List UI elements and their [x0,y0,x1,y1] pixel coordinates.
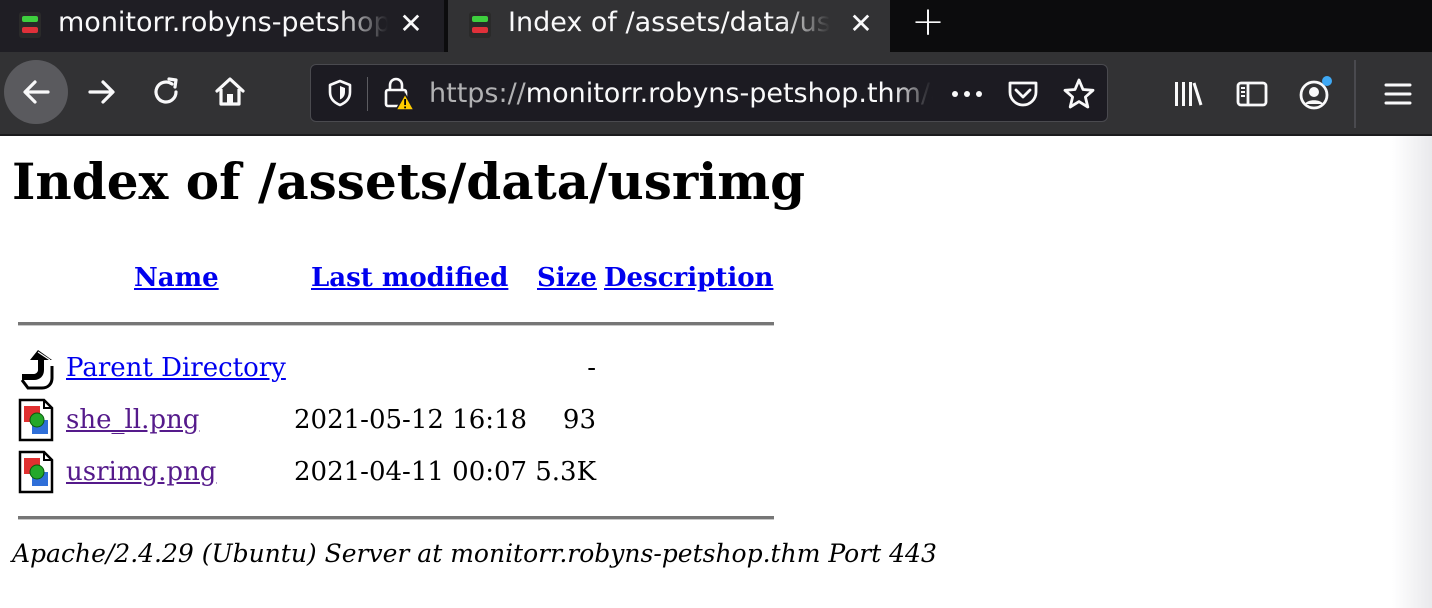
url-path: /assets/data/usrimg/ [920,78,933,109]
row-size: 93 [562,405,596,435]
app-menu-button[interactable] [1374,72,1422,116]
address-bar[interactable]: https://monitorr.robyns-petshop.thm/asse… [310,64,1108,122]
tab-monitorr[interactable]: monitorr.robyns-petshop.thm ✕ [0,0,444,52]
url-text[interactable]: https://monitorr.robyns-petshop.thm/asse… [429,75,933,113]
hamburger-menu-icon [1384,83,1412,105]
lock-warning-icon[interactable] [381,76,415,112]
row-size: 5.3K [535,457,596,487]
url-separator [367,77,368,111]
column-header-name[interactable]: Name [134,260,219,296]
sidebar-icon [1236,81,1268,107]
home-button[interactable] [208,70,252,114]
toolbar-separator [1354,60,1356,128]
page-actions-menu-button[interactable] [947,77,987,111]
monitorr-favicon-icon [469,12,491,38]
image-file-icon [18,398,54,442]
back-icon [20,350,54,390]
tab-strip: monitorr.robyns-petshop.thm ✕ Index of /… [0,0,1432,52]
pocket-icon[interactable] [1005,76,1041,112]
image-file-icon [18,450,54,494]
column-header-description[interactable]: Description [604,260,773,296]
page-title: Index of /assets/data/usrimg [12,152,806,211]
more-horizontal-icon [952,91,982,97]
monitorr-favicon-icon [19,12,41,38]
row-size: - [587,353,596,383]
server-signature: Apache/2.4.29 (Ubuntu) Server at monitor… [12,539,937,568]
reload-button[interactable] [144,70,188,114]
page-content: Index of /assets/data/usrimg Name Last m… [0,136,1432,608]
new-tab-button[interactable]: + [908,0,948,45]
sidebar-button[interactable] [1230,72,1274,116]
bookmark-star-icon[interactable] [1061,76,1097,112]
forward-button[interactable] [80,70,124,114]
back-button[interactable] [4,60,68,124]
reload-icon [154,77,178,104]
firefox-account-button[interactable] [1292,70,1340,118]
library-button[interactable] [1166,72,1210,116]
parent-directory-link[interactable]: Parent Directory [66,350,286,386]
arrow-left-icon [23,80,50,104]
table-divider-top [18,322,774,326]
table-divider-bottom [18,516,774,520]
home-icon [215,77,245,106]
tab-index-of-usrimg[interactable]: Index of /assets/data/usrimg ✕ [448,0,890,52]
account-icon [1299,76,1332,110]
url-scheme: https:// [429,78,526,109]
column-header-size[interactable]: Size [537,260,597,296]
tab-title: monitorr.robyns-petshop.thm [58,7,388,38]
tab-title: Index of /assets/data/usrimg [508,7,830,38]
tab-close-icon[interactable]: ✕ [396,7,426,40]
navigation-toolbar: https://monitorr.robyns-petshop.thm/asse… [0,52,1432,136]
file-link-usrimg[interactable]: usrimg.png [66,454,216,490]
url-host: monitorr.robyns-petshop.thm [525,78,921,109]
row-last-modified: 2021-05-12 16:18 [294,405,528,435]
tab-close-icon[interactable]: ✕ [846,7,876,40]
library-icon [1175,82,1203,106]
row-last-modified: 2021-04-11 00:07 [294,457,528,487]
arrow-right-icon [88,80,115,104]
column-header-last-modified[interactable]: Last modified [311,260,508,296]
file-link-she-ll[interactable]: she_ll.png [66,402,199,438]
shield-icon[interactable] [325,78,355,108]
